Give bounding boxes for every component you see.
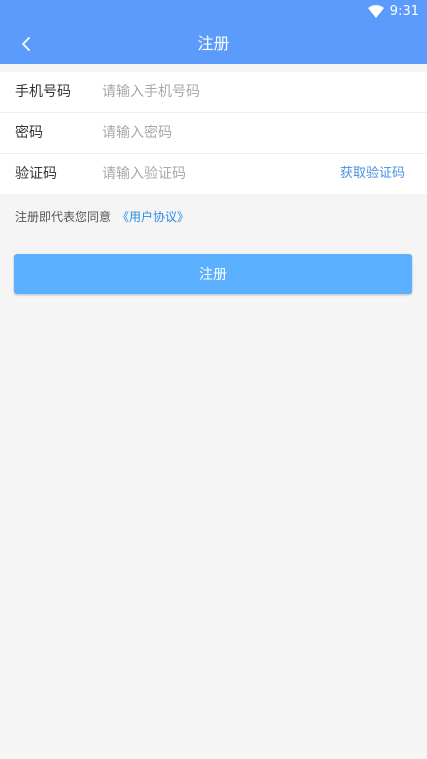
status-bar: 9:31: [0, 0, 427, 24]
password-label: 密码: [15, 125, 43, 141]
phone-input[interactable]: [102, 79, 402, 105]
agreement-text: 注册即代表您同意: [15, 210, 112, 224]
agreement: 注册即代表您同意 《用户协议》: [15, 207, 189, 227]
status-time: 9:31: [389, 4, 419, 19]
phone-label: 手机号码: [15, 84, 71, 100]
password-row: 密码: [0, 113, 427, 153]
code-row: 验证码 获取验证码: [0, 154, 427, 194]
phone-row: 手机号码: [0, 72, 427, 112]
code-input[interactable]: [102, 161, 322, 187]
user-agreement-link[interactable]: 《用户协议》: [117, 210, 189, 224]
register-form: 手机号码 密码 验证码 获取验证码: [0, 72, 427, 194]
wifi-icon: [368, 5, 384, 18]
page-title: 注册: [197, 34, 230, 53]
app-bar: 注册: [0, 24, 427, 64]
password-input[interactable]: [102, 120, 402, 146]
code-label: 验证码: [15, 166, 57, 182]
register-button[interactable]: 注册: [14, 254, 412, 294]
get-code-button[interactable]: 获取验证码: [340, 154, 405, 194]
